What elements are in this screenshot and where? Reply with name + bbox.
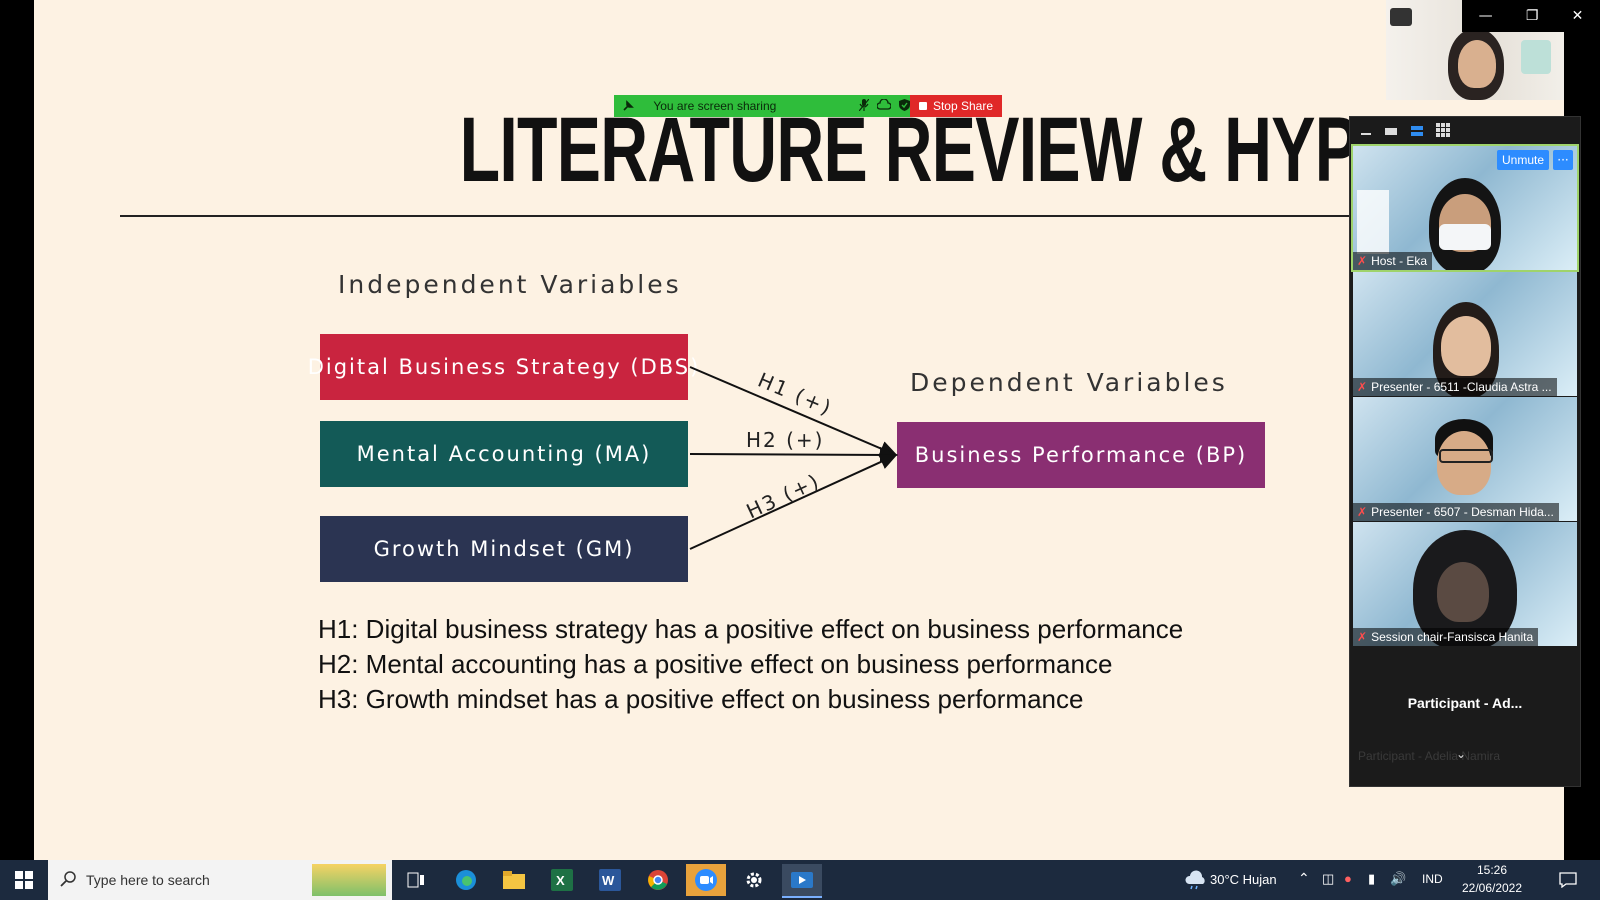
mic-muted-icon: ✗ [1357, 630, 1368, 644]
camera-icon [1390, 8, 1412, 26]
file-explorer-icon[interactable] [494, 864, 534, 896]
participant-name-tag: ✗ Presenter - 6507 - Desman Hida... [1353, 503, 1559, 521]
clock-date[interactable]: 22/06/2022 [1454, 881, 1530, 895]
settings-gear-icon[interactable] [734, 864, 774, 896]
hypothesis-2-text: H2: Mental accounting has a positive eff… [318, 649, 1113, 679]
battery-icon[interactable]: ▮ [1368, 871, 1375, 887]
participant-name-tag: ✗ Host - Eka [1353, 252, 1433, 270]
search-placeholder: Type here to search [86, 872, 210, 888]
svg-text:W: W [602, 873, 615, 888]
strip-view-icon[interactable] [1410, 122, 1424, 141]
participant-name-tag: ✗ Presenter - 6511 -Claudia Astra ... [1353, 378, 1557, 396]
mic-off-icon[interactable] [858, 98, 870, 114]
mic-muted-icon: ✗ [1357, 380, 1368, 394]
participant-tile-presenter-desman[interactable]: ✗ Presenter - 6507 - Desman Hida... [1353, 397, 1577, 521]
notifications-icon[interactable] [1548, 864, 1588, 896]
search-highlight-image [312, 864, 386, 896]
volume-icon[interactable]: 🔊 [1390, 871, 1406, 887]
excel-icon[interactable]: X [542, 864, 582, 896]
next-participant-name: Participant - Ad... [1407, 695, 1523, 711]
window-controls: — ❐ ✕ [1462, 0, 1600, 32]
h2-arrow [689, 446, 898, 463]
sharing-status-text: You are screen sharing [653, 99, 777, 113]
stop-share-label: Stop Share [932, 99, 994, 113]
next-participant-faded-name: Participant - Adelia Namira [1358, 749, 1501, 763]
edge-browser-icon[interactable] [446, 864, 486, 896]
mic-muted-icon: ✗ [1357, 254, 1368, 268]
show-hidden-icons-chevron-icon[interactable]: ⌃ [1298, 870, 1310, 887]
device-icon[interactable]: ◫ [1322, 871, 1334, 887]
mic-muted-icon: ✗ [1357, 505, 1368, 519]
restore-icon[interactable]: ❐ [1526, 8, 1539, 24]
unmute-button[interactable]: Unmute [1497, 150, 1549, 170]
hypothesis-1-text: H1: Digital business strategy has a posi… [318, 614, 1184, 644]
participant-gallery: Unmute ··· ✗ Host - Eka ✗ Presenter - 65… [1349, 116, 1581, 787]
hypothesis-3-text: H3: Growth mindset has a positive effect… [318, 684, 1084, 714]
gallery-toolbar [1350, 117, 1580, 145]
scroll-down-chevron-icon[interactable]: ⌄ [1456, 747, 1466, 761]
windows-start-icon[interactable] [4, 864, 44, 896]
minimize-icon[interactable]: — [1479, 8, 1493, 24]
search-icon [60, 870, 76, 890]
minimize-panel-icon[interactable] [1360, 122, 1372, 141]
participant-name-tag: ✗ Session chair-Fansisca Hanita [1353, 628, 1539, 646]
language-indicator[interactable]: IND [1422, 872, 1443, 886]
stop-icon [918, 102, 927, 110]
self-face [1458, 40, 1496, 88]
screen-sharing-bar[interactable]: You are screen sharing [614, 95, 910, 117]
cloud-icon[interactable] [876, 97, 892, 114]
chrome-icon[interactable] [638, 864, 678, 896]
more-options-button[interactable]: ··· [1553, 150, 1573, 170]
shared-slide: LITERATURE REVIEW & HYPOTHESIS Independe… [34, 0, 1564, 860]
h2-arrow-label: H2 (+) [746, 428, 825, 452]
shield-icon[interactable] [899, 98, 910, 114]
participant-tile-presenter-claudia[interactable]: ✗ Presenter - 6511 -Claudia Astra ... [1353, 272, 1577, 396]
svg-text:X: X [556, 873, 565, 888]
windows-taskbar: Type here to search X W 30°C Hujan ⌃ ◫ ●… [0, 860, 1600, 900]
clock-time[interactable]: 15:26 [1462, 863, 1522, 877]
media-player-icon[interactable] [782, 864, 822, 898]
taskbar-search-box[interactable]: Type here to search [48, 860, 392, 900]
stop-share-button[interactable]: Stop Share [910, 95, 1002, 117]
zoom-app-icon[interactable] [686, 864, 726, 896]
grid-view-icon[interactable] [1436, 122, 1450, 141]
pin-icon[interactable] [614, 100, 641, 112]
participant-tile-host[interactable]: Unmute ··· ✗ Host - Eka [1351, 144, 1579, 272]
network-warning-icon[interactable]: ● [1344, 871, 1352, 886]
participant-tile-session-chair[interactable]: ✗ Session chair-Fansisca Hanita [1353, 522, 1577, 646]
weather-text[interactable]: 30°C Hujan [1210, 872, 1277, 887]
close-icon[interactable]: ✕ [1572, 8, 1584, 24]
task-view-icon[interactable] [396, 864, 436, 896]
speaker-view-icon[interactable] [1384, 122, 1398, 141]
word-icon[interactable]: W [590, 864, 630, 896]
